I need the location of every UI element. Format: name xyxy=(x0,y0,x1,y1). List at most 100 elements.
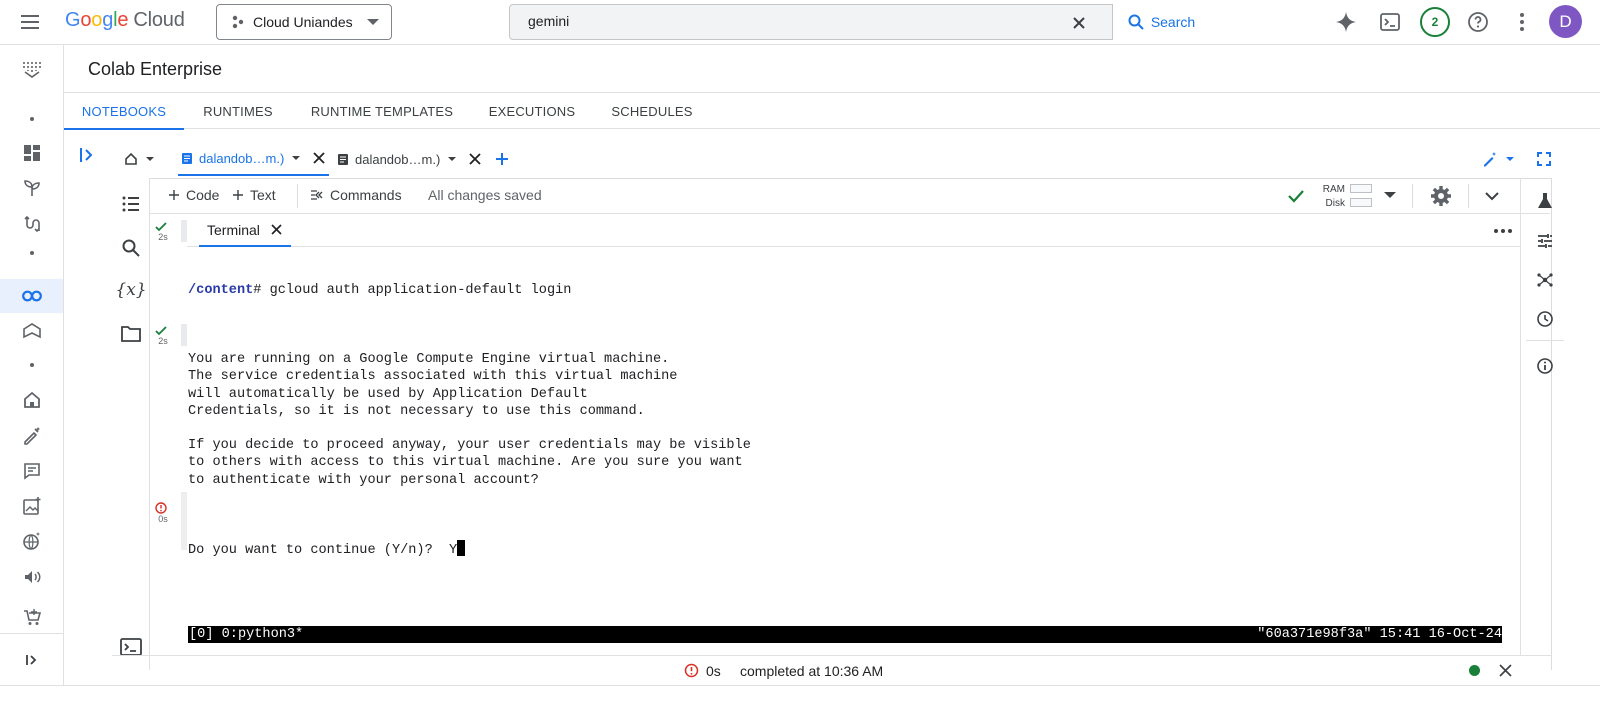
connected-check-icon xyxy=(1286,186,1306,206)
terminal-text: /content# gcloud auth application-defaul… xyxy=(188,248,751,594)
terminal-body: You are running on a Google Compute Engi… xyxy=(188,334,751,506)
tab-executions[interactable]: EXECUTIONS xyxy=(480,93,584,129)
right-rail xyxy=(1520,178,1566,655)
workbench-icon[interactable] xyxy=(20,319,44,343)
google-cloud-logo[interactable]: Google Cloud xyxy=(65,9,185,32)
search-button-label: Search xyxy=(1150,14,1196,30)
cell-exec-time: 0s xyxy=(158,514,168,524)
vision-icon[interactable] xyxy=(20,494,44,518)
runtime-menu-caret-icon[interactable] xyxy=(1384,192,1396,198)
status-completed: completed at 10:36 AM xyxy=(740,663,884,679)
toolbar-divider xyxy=(1412,184,1413,208)
add-text-button[interactable]: Text xyxy=(232,187,276,203)
search-icon xyxy=(1128,14,1144,30)
cell-exec-time: 2s xyxy=(158,336,168,346)
add-text-label: Text xyxy=(250,187,276,203)
fullscreen-button[interactable] xyxy=(1536,142,1552,176)
chevron-down-icon xyxy=(146,157,154,161)
home-icon[interactable] xyxy=(20,388,44,412)
top-bar: GoogleCloud Cloud Uniandes Search 2 D xyxy=(0,0,1600,45)
close-tab-icon[interactable] xyxy=(468,152,482,166)
toolbar-divider xyxy=(297,184,298,208)
dashboard-icon[interactable] xyxy=(20,141,44,165)
commands-icon xyxy=(311,190,323,200)
more-vert-icon[interactable] xyxy=(1509,9,1535,35)
terminal-line: You are running on a Google Compute Engi… xyxy=(188,352,670,368)
close-tab-icon[interactable] xyxy=(312,151,326,165)
error-icon xyxy=(684,663,699,678)
prompt-gallery-icon[interactable] xyxy=(20,459,44,483)
plus-icon xyxy=(233,190,243,200)
info-icon[interactable] xyxy=(1534,355,1556,377)
search-input[interactable] xyxy=(528,13,1048,29)
history-clock-icon[interactable] xyxy=(1534,308,1556,330)
variables-icon[interactable]: {x} xyxy=(115,278,146,302)
new-notebook-tab-button[interactable] xyxy=(494,142,510,176)
help-icon[interactable] xyxy=(1465,9,1491,35)
notifications-badge[interactable]: 2 xyxy=(1420,7,1450,37)
terminal-output[interactable]: /content# gcloud auth application-defaul… xyxy=(187,247,1520,655)
terminal-tab-bar: Terminal xyxy=(187,214,1520,247)
project-picker[interactable]: Cloud Uniandes xyxy=(216,4,392,40)
clear-search-icon[interactable] xyxy=(1070,14,1088,32)
notebook-left-tools: {x} xyxy=(112,178,150,670)
disk-label: Disk xyxy=(1325,198,1345,209)
tune-icon[interactable] xyxy=(1534,230,1556,252)
account-avatar[interactable]: D xyxy=(1549,5,1582,38)
main-tabs: NOTEBOOKS RUNTIMES RUNTIME TEMPLATES EXE… xyxy=(64,93,1600,130)
tab-schedules[interactable]: SCHEDULES xyxy=(600,93,704,129)
search-button[interactable]: Search xyxy=(1112,4,1209,40)
terminal-tab[interactable]: Terminal xyxy=(199,214,291,247)
close-terminal-icon[interactable] xyxy=(270,223,283,236)
cloud-shell-icon[interactable] xyxy=(1377,9,1403,35)
files-folder-icon[interactable] xyxy=(119,322,143,346)
expand-panel-icon[interactable] xyxy=(76,144,98,166)
speech-icon[interactable] xyxy=(20,565,44,589)
plus-icon xyxy=(496,153,508,165)
nav-separator-dot xyxy=(30,117,34,121)
terminal-tab-label: Terminal xyxy=(207,221,260,238)
search-icon[interactable] xyxy=(119,236,143,260)
expand-nav-icon[interactable] xyxy=(20,648,44,672)
close-status-icon[interactable] xyxy=(1498,663,1513,678)
tab-notebooks[interactable]: NOTEBOOKS xyxy=(64,93,184,130)
terminal-line: Credentials, so it is not necessary to u… xyxy=(188,403,645,419)
vertex-ai-icon[interactable] xyxy=(20,57,44,81)
settings-gear-icon[interactable] xyxy=(1429,184,1453,208)
notebook-tab-1[interactable]: dalandob…m.) xyxy=(178,142,330,176)
chevron-down-icon xyxy=(448,157,457,161)
resource-meter[interactable]: RAM Disk xyxy=(1315,180,1395,212)
model-garden-icon[interactable] xyxy=(20,176,44,200)
tab-runtime-templates[interactable]: RUNTIME TEMPLATES xyxy=(301,93,463,129)
tab-runtimes[interactable]: RUNTIMES xyxy=(184,93,292,129)
add-code-button[interactable]: Code xyxy=(168,187,219,203)
marketplace-cart-icon[interactable] xyxy=(20,605,44,629)
cell-status-ok: 2s xyxy=(155,222,171,242)
home-tab[interactable] xyxy=(124,142,154,176)
gemini-assist-button[interactable] xyxy=(1482,142,1514,176)
terminal-cursor xyxy=(457,540,466,557)
gemini-sparkle-icon[interactable] xyxy=(1333,9,1359,35)
model-tree-icon[interactable] xyxy=(1534,269,1556,291)
status-bar: 0s completed at 10:36 AM xyxy=(112,655,1552,685)
collapse-chevron-icon[interactable] xyxy=(1484,188,1500,204)
nav-separator-dot xyxy=(30,251,34,255)
home-icon xyxy=(125,152,137,165)
cell-status-ok: 2s xyxy=(155,326,171,346)
notebook-tab-label: dalandob…m.) xyxy=(199,150,285,166)
colab-icon[interactable] xyxy=(20,284,44,308)
magic-pen-icon xyxy=(1484,152,1496,167)
commands-button[interactable]: Commands xyxy=(310,187,402,203)
pipelines-icon[interactable] xyxy=(20,212,44,236)
notebook-tab-2[interactable]: dalandob…m.) xyxy=(337,142,482,176)
translation-globe-icon[interactable] xyxy=(20,529,44,553)
rail-divider xyxy=(1526,340,1564,341)
lab-flask-icon[interactable] xyxy=(1534,190,1556,212)
notebook-tabs: dalandob…m.) dalandob…m.) xyxy=(112,142,1551,176)
more-horiz-icon[interactable] xyxy=(1492,220,1514,242)
disk-bar xyxy=(1350,198,1372,207)
prompt-design-icon[interactable] xyxy=(20,423,44,447)
table-of-contents-icon[interactable] xyxy=(119,192,143,216)
main-menu-icon[interactable] xyxy=(18,10,42,34)
